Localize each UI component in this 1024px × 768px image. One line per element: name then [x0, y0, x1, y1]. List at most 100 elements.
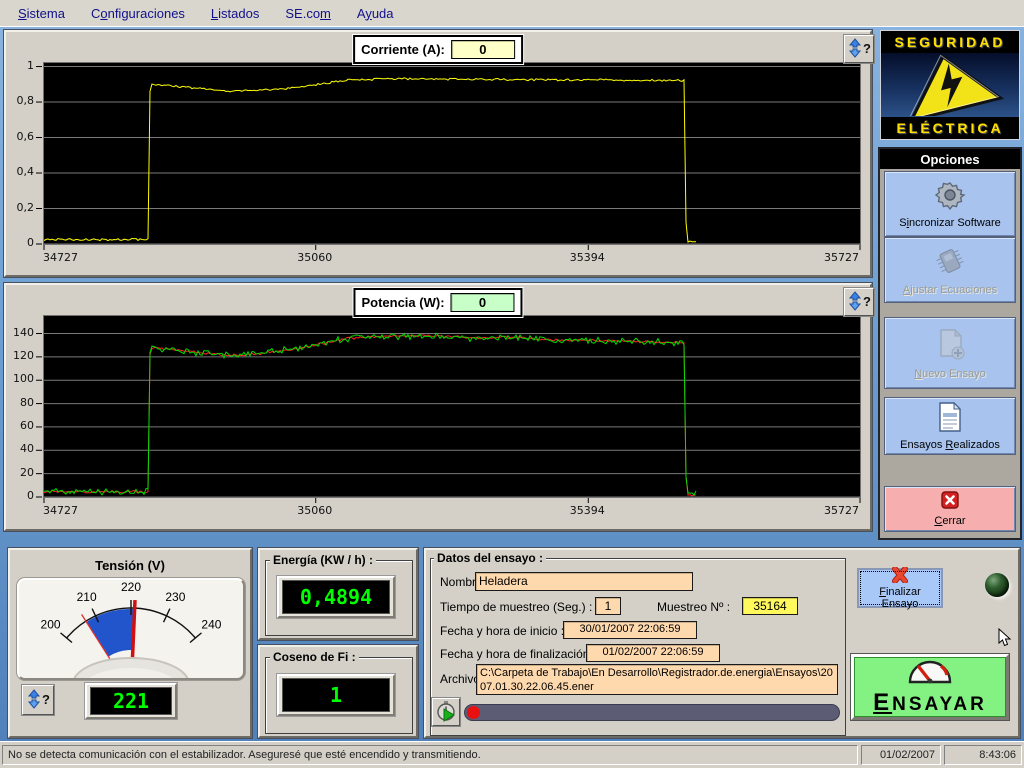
sample-number-field[interactable]: 35164	[742, 597, 798, 615]
start-date-label: Fecha y hora de inicio :	[440, 624, 564, 638]
power-chart-title: Potencia (W):	[361, 295, 444, 310]
series-potencia-roja	[44, 335, 696, 496]
x-axis-tick-label: 35060	[285, 504, 345, 517]
y-axis-tick-label: 40	[2, 442, 34, 455]
energy-panel: Energía (KW / h) : 0,4894	[258, 548, 418, 640]
y-axis-tick-label: 80	[2, 396, 34, 409]
test-button[interactable]: ENSAYAR	[851, 654, 1009, 720]
power-value-display: 0	[451, 293, 515, 312]
file-field[interactable]: C:\Carpeta de Trabajo\En Desarrollo\Regi…	[476, 664, 838, 695]
voltage-title: Tensión (V)	[10, 558, 250, 573]
new-document-icon	[933, 326, 967, 365]
new-test-button[interactable]: Nuevo Ensayo	[884, 317, 1016, 389]
svg-text:220: 220	[121, 580, 141, 594]
gear-icon	[934, 179, 966, 214]
y-axis-tick-label: 20	[2, 466, 34, 479]
close-x-icon	[941, 491, 959, 512]
menu-item-configuraciones[interactable]: Configuraciones	[79, 2, 197, 25]
x-axis-tick-label: 35394	[557, 504, 617, 517]
power-chart-scale-button[interactable]: ?	[844, 288, 874, 316]
test-data-panel: Datos del ensayo : Nombre : Heladera Tie…	[424, 548, 1020, 738]
power-chart-header: Potencia (W): 0	[353, 288, 522, 317]
x-axis-tick-label: 35060	[285, 251, 345, 264]
close-label: Cerrar	[934, 515, 965, 527]
power-chart-panel: Potencia (W): 0 ? 1401201008060402003472…	[4, 283, 872, 531]
cosine-label: Coseno de Fi :	[270, 650, 359, 664]
svg-text:200: 200	[41, 618, 61, 632]
y-axis-tick-label: 0,6	[2, 130, 34, 143]
current-chart-panel: Corriente (A): 0 ? 1 0,8 0,6 0,4 0,2 0 34727 35…	[4, 30, 872, 277]
adjust-equations-label: Ajustar Ecuaciones	[903, 284, 997, 296]
y-axis-tick-label: 100	[2, 372, 34, 385]
power-chart-plot-area	[43, 315, 861, 498]
series-potencia-verde	[44, 333, 696, 495]
y-axis-tick-label: 140	[2, 326, 34, 339]
logo-top-text: SEGURIDAD	[881, 31, 1019, 53]
sample-time-label: Tiempo de muestreo (Seg.) :	[440, 600, 592, 614]
voltage-lcd-value: 221	[90, 687, 172, 715]
timer-button[interactable]	[432, 698, 460, 726]
chip-icon	[933, 244, 967, 281]
status-led	[985, 573, 1009, 597]
status-date: 01/02/2007	[861, 745, 941, 765]
stopwatch-icon	[435, 700, 457, 725]
cosine-lcd-frame: 1	[277, 674, 395, 716]
name-field[interactable]: Heladera	[475, 572, 693, 591]
red-x-icon	[889, 567, 911, 586]
y-axis-tick-label: 0	[2, 236, 34, 249]
menu-item-sistema[interactable]: Sistema	[6, 2, 77, 25]
menu-item-listados[interactable]: Listados	[199, 2, 271, 25]
x-axis-tick-label: 34727	[43, 251, 103, 264]
completed-tests-button[interactable]: Ensayos Realizados	[884, 397, 1016, 455]
energy-label: Energía (KW / h) :	[270, 553, 376, 567]
current-chart-scale-button[interactable]: ?	[844, 35, 874, 63]
app-window: Sistema Configuraciones Listados SE.com …	[0, 0, 1024, 768]
menu-bar: Sistema Configuraciones Listados SE.com …	[0, 0, 1024, 27]
y-axis-tick-label: 120	[2, 349, 34, 362]
menu-item-ayuda[interactable]: Ayuda	[345, 2, 406, 25]
sample-time-field[interactable]: 1	[595, 597, 621, 615]
close-button[interactable]: Cerrar	[884, 486, 1016, 532]
end-date-field[interactable]: 01/02/2007 22:06:59	[586, 644, 720, 662]
sync-software-label: Sincronizar Software	[899, 217, 1001, 229]
y-axis-tick-label: 0,8	[2, 94, 34, 107]
status-time: 8:43:06	[944, 745, 1022, 765]
current-value-display: 0	[451, 40, 515, 59]
finish-test-label: Finalizar Ensayo	[865, 586, 935, 610]
menu-item-secom[interactable]: SE.com	[273, 2, 343, 25]
test-button-label: ENSAYAR	[873, 689, 987, 717]
status-message: No se detecta comunicación con el estabi…	[2, 745, 858, 765]
svg-text:210: 210	[77, 590, 97, 604]
cosine-panel: Coseno de Fi : 1	[258, 645, 418, 738]
status-bar: No se detecta comunicación con el estabi…	[0, 741, 1024, 768]
finish-test-button[interactable]: Finalizar Ensayo	[857, 568, 943, 608]
sample-number-label: Muestreo Nº :	[657, 600, 730, 614]
svg-text:240: 240	[201, 618, 221, 632]
current-chart-plot-area	[43, 62, 861, 245]
svg-text:230: 230	[165, 590, 185, 604]
seguridad-electrica-logo: SEGURIDAD ELÉCTRICA	[880, 30, 1020, 140]
gauge-canvas: 200 210 220 230 240	[19, 580, 243, 678]
cosine-lcd-value: 1	[282, 678, 390, 712]
x-axis-tick-label: 34727	[43, 504, 103, 517]
x-axis-tick-label: 35727	[799, 251, 859, 264]
document-icon	[936, 401, 964, 436]
voltage-scale-button[interactable]: ?	[22, 685, 54, 715]
chart-canvas	[44, 63, 860, 244]
options-title: Opciones	[880, 149, 1020, 169]
y-axis-tick-label: 1	[2, 59, 34, 72]
start-date-field[interactable]: 30/01/2007 22:06:59	[563, 621, 697, 639]
completed-tests-label: Ensayos Realizados	[900, 439, 1000, 451]
sync-software-button[interactable]: Sincronizar Software	[884, 171, 1016, 237]
svg-text:?: ?	[42, 692, 50, 707]
new-test-label: Nuevo Ensayo	[914, 368, 986, 380]
current-chart-title: Corriente (A):	[361, 42, 445, 57]
progress-indicator	[467, 706, 480, 719]
updown-question-icon: ?	[26, 689, 50, 712]
y-axis-tick-label: 0	[2, 489, 34, 502]
svg-text:?: ?	[863, 41, 871, 56]
y-axis-tick-label: 0,2	[2, 201, 34, 214]
y-axis-tick-label: 0,4	[2, 165, 34, 178]
adjust-equations-button[interactable]: Ajustar Ecuaciones	[884, 237, 1016, 303]
logo-bottom-text: ELÉCTRICA	[881, 117, 1019, 139]
